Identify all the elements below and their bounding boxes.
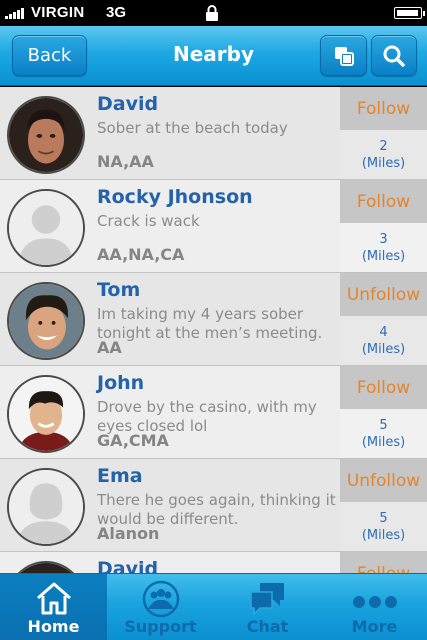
distance-unit: (Miles): [361, 528, 406, 543]
avatar: [7, 468, 85, 546]
contact-name: David: [97, 93, 159, 115]
avatar: [7, 561, 85, 573]
avatar: [7, 375, 85, 453]
signal-icon: [5, 8, 24, 19]
list-item[interactable]: Tom Im taking my 4 years sober tonight a…: [0, 273, 427, 366]
tab-label: More: [351, 617, 398, 636]
contact-side-panel: Follow 5 (Miles): [340, 366, 427, 458]
contact-status: Crack is wack: [97, 212, 200, 230]
contact-side-panel: Follow 2 (Miles): [340, 87, 427, 179]
support-icon: [142, 580, 179, 618]
follow-button[interactable]: Follow: [340, 552, 427, 573]
distance-label: 2 (Miles): [340, 130, 427, 179]
contact-groups: Alanon: [97, 524, 160, 543]
unfollow-button[interactable]: Unfollow: [340, 273, 427, 316]
home-icon: [36, 582, 71, 615]
distance-value: 3: [379, 232, 388, 247]
tab-home[interactable]: Home: [0, 574, 107, 640]
contact-status: Im taking my 4 years sober tonight at th…: [97, 305, 323, 342]
distance-label: 5 (Miles): [340, 502, 427, 551]
battery-icon: [394, 7, 425, 19]
list-item[interactable]: David Sober at the beach today NA,AA Fol…: [0, 87, 427, 180]
contact-side-panel: Follow: [340, 552, 427, 573]
list-item[interactable]: Ema There he goes again, thinking it wou…: [0, 459, 427, 552]
distance-value: 4: [379, 325, 388, 340]
distance-label: 4 (Miles): [340, 316, 427, 365]
more-icon: [352, 596, 397, 608]
lock-icon: [206, 5, 218, 21]
follow-button[interactable]: Follow: [340, 180, 427, 223]
distance-unit: (Miles): [361, 435, 406, 450]
contact-groups: NA,AA: [97, 152, 154, 171]
carrier-label: VIRGIN: [31, 4, 85, 21]
list-item[interactable]: John Drove by the casino, with my eyes c…: [0, 366, 427, 459]
search-icon: [383, 45, 405, 67]
tab-label: Chat: [246, 617, 289, 636]
contact-name: David: [97, 558, 159, 573]
contact-groups: GA,CMA: [97, 431, 169, 450]
nearby-list[interactable]: David Sober at the beach today NA,AA Fol…: [0, 87, 427, 573]
tab-label: Support: [124, 617, 197, 636]
contact-side-panel: Unfollow 5 (Miles): [340, 459, 427, 551]
status-bar: VIRGIN 3G: [0, 0, 427, 26]
list-item[interactable]: Rocky Jhonson Crack is wack AA,NA,CA Fol…: [0, 180, 427, 273]
copy-button[interactable]: [320, 35, 367, 76]
contact-side-panel: Follow 3 (Miles): [340, 180, 427, 272]
copy-icon: [334, 46, 354, 66]
tab-bar: Home Support Chat More: [0, 573, 427, 640]
contact-side-panel: Unfollow 4 (Miles): [340, 273, 427, 365]
distance-unit: (Miles): [361, 342, 406, 357]
avatar: [7, 189, 85, 267]
network-label: 3G: [106, 4, 127, 21]
contact-groups: AA,NA,CA: [97, 245, 185, 264]
distance-unit: (Miles): [361, 249, 406, 264]
distance-value: 5: [379, 511, 388, 526]
avatar: [7, 282, 85, 360]
tab-more[interactable]: More: [321, 574, 427, 640]
contact-groups: AA: [97, 338, 122, 357]
tab-label: Home: [27, 617, 80, 636]
follow-button[interactable]: Follow: [340, 87, 427, 130]
list-item[interactable]: David Follow: [0, 552, 427, 573]
avatar: [7, 96, 85, 174]
contact-status: Sober at the beach today: [97, 119, 288, 137]
distance-value: 5: [379, 418, 388, 433]
unfollow-button[interactable]: Unfollow: [340, 459, 427, 502]
distance-value: 2: [379, 139, 388, 154]
distance-label: 5 (Miles): [340, 409, 427, 458]
tab-support[interactable]: Support: [107, 574, 214, 640]
contact-name: Ema: [97, 465, 143, 487]
contact-name: John: [97, 372, 145, 394]
search-button[interactable]: [371, 35, 417, 76]
chat-icon: [249, 583, 284, 616]
distance-unit: (Miles): [361, 156, 406, 171]
tab-chat[interactable]: Chat: [214, 574, 321, 640]
follow-button[interactable]: Follow: [340, 366, 427, 409]
contact-name: Tom: [97, 279, 141, 301]
nav-bar: Back Nearby: [0, 26, 427, 86]
distance-label: 3 (Miles): [340, 223, 427, 272]
contact-name: Rocky Jhonson: [97, 186, 253, 208]
